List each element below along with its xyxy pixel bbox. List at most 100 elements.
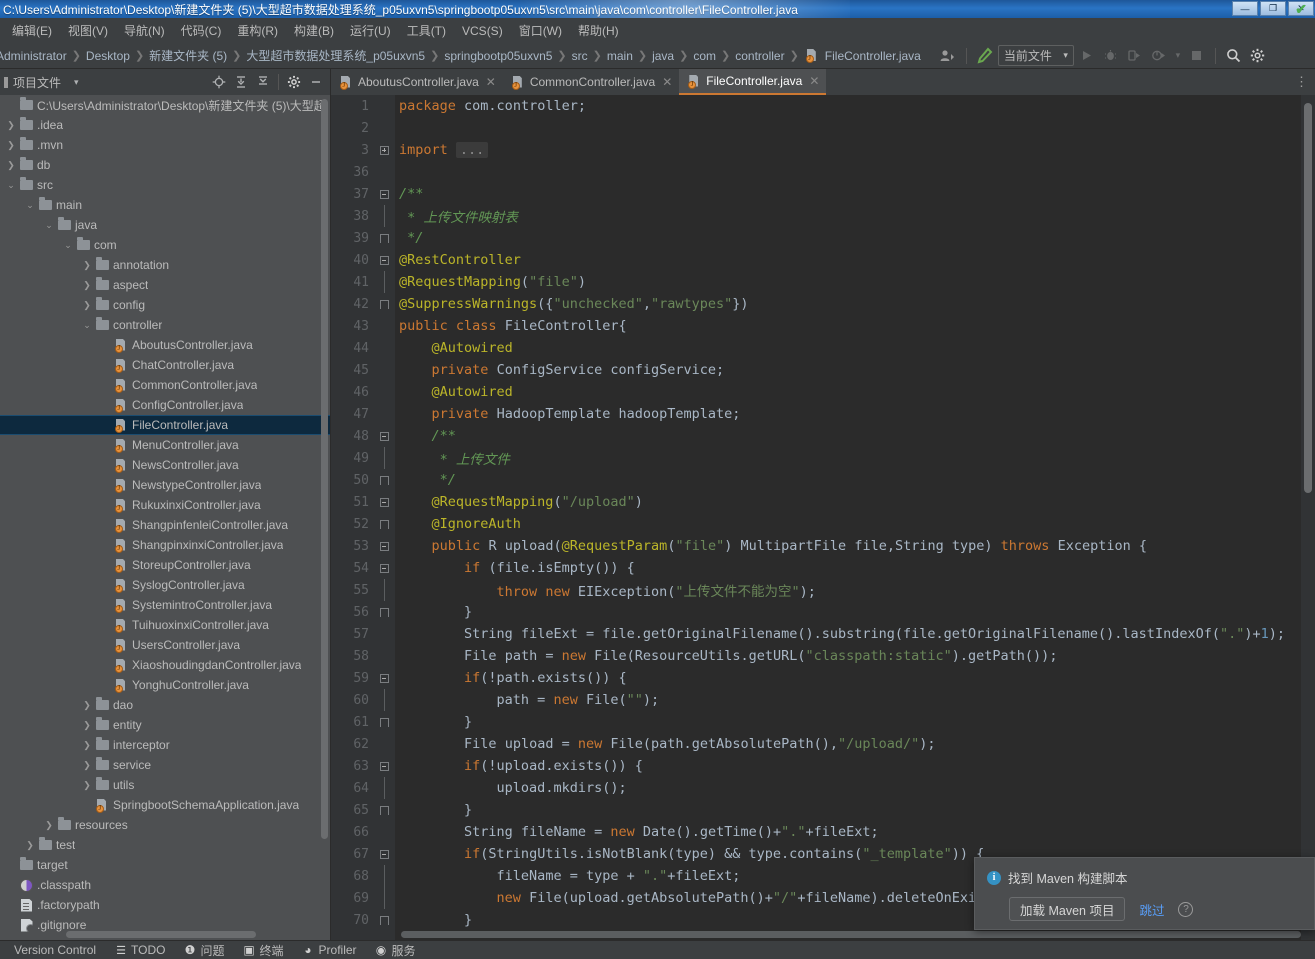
tree-row[interactable]: ❯ service [0, 755, 330, 775]
status-bar-item-0[interactable]: Version Control [5, 943, 105, 957]
code-editor[interactable]: 1 package com.controller; 2 3 import ... 36 37… [331, 95, 1315, 940]
skip-link[interactable]: 跳过 [1139, 900, 1164, 919]
maximize-button[interactable]: ❐ [1260, 1, 1286, 16]
code-line[interactable]: 46 @Autowired [331, 381, 1315, 403]
chevron-right-icon[interactable]: ❯ [80, 260, 94, 271]
chevron-down-icon[interactable]: ▾ [1172, 45, 1184, 67]
menu-item-7[interactable]: 工具(T) [399, 19, 454, 42]
tree-row[interactable]: .classpath [0, 875, 330, 895]
tree-row[interactable]: ⌄ controller [0, 315, 330, 335]
breadcrumb-item-9[interactable]: controller [733, 49, 786, 63]
tree-row[interactable]: YonghuController.java [0, 675, 330, 695]
status-bar-item-3[interactable]: ▣ 终端 [234, 942, 293, 959]
fold-collapse-icon[interactable] [375, 535, 393, 557]
fold-collapse-icon[interactable] [375, 183, 393, 205]
tree-row[interactable]: ❯ test [0, 835, 330, 855]
code-line[interactable]: 50 */ [331, 469, 1315, 491]
tree-row[interactable]: ❯ interceptor [0, 735, 330, 755]
tree-row[interactable]: NewsController.java [0, 455, 330, 475]
code-line[interactable]: 43 public class FileController{ [331, 315, 1315, 337]
chevron-right-icon[interactable]: ❯ [42, 820, 56, 831]
build-hammer-icon[interactable] [974, 45, 996, 67]
run-icon[interactable] [1076, 45, 1098, 67]
status-bar-item-5[interactable]: ◉ 服务 [366, 942, 425, 959]
code-line[interactable]: 45 private ConfigService configService; [331, 359, 1315, 381]
tree-row[interactable]: ❯ .idea [0, 115, 330, 135]
code-line[interactable]: 63 if(!upload.exists()) { [331, 755, 1315, 777]
breadcrumb-item-5[interactable]: src [570, 49, 590, 63]
code-line[interactable]: 61 } [331, 711, 1315, 733]
menu-item-9[interactable]: 窗口(W) [511, 19, 570, 42]
project-tree[interactable]: C:\Users\Administrator\Desktop\新建文件夹 (5)… [0, 95, 330, 940]
fold-collapse-icon[interactable] [375, 249, 393, 271]
tree-row[interactable]: ❯ resources [0, 815, 330, 835]
breadcrumb-item-7[interactable]: java [650, 49, 676, 63]
chevron-right-icon[interactable]: ❯ [80, 740, 94, 751]
code-line[interactable]: 60 path = new File(""); [331, 689, 1315, 711]
tree-row[interactable]: SpringbootSchemaApplication.java [0, 795, 330, 815]
maven-notification-popup[interactable]: i 找到 Maven 构建脚本 加载 Maven 项目 跳过 ? [974, 857, 1315, 930]
fold-collapse-icon[interactable] [375, 667, 393, 689]
tree-row[interactable]: XiaoshoudingdanController.java [0, 655, 330, 675]
code-line[interactable]: 49 * 上传文件 [331, 447, 1315, 469]
collapse-all-icon[interactable] [253, 72, 273, 92]
tree-row[interactable]: C:\Users\Administrator\Desktop\新建文件夹 (5)… [0, 95, 330, 115]
stop-icon[interactable] [1186, 45, 1208, 67]
menu-item-5[interactable]: 构建(B) [286, 19, 342, 42]
settings-gear-icon[interactable] [284, 72, 304, 92]
tree-row[interactable]: ❯ dao [0, 695, 330, 715]
code-content[interactable]: 1 package com.controller; 2 3 import ... 36 37… [331, 95, 1315, 940]
code-line[interactable]: 53 public R upload(@RequestParam("file")… [331, 535, 1315, 557]
editor-tabs-more-icon[interactable]: ⋮ [1291, 69, 1313, 95]
breadcrumb-item-0[interactable]: Administrator [0, 49, 69, 63]
chevron-right-icon[interactable]: ❯ [23, 840, 37, 851]
debug-icon[interactable] [1100, 45, 1122, 67]
locate-icon[interactable] [209, 72, 229, 92]
tree-row[interactable]: ❯ annotation [0, 255, 330, 275]
search-everywhere-icon[interactable] [1223, 45, 1245, 67]
minimize-button[interactable]: — [1232, 1, 1258, 16]
tree-row[interactable]: NewstypeController.java [0, 475, 330, 495]
editor-tab-active[interactable]: FileController.java ✕ [679, 69, 827, 95]
code-line[interactable]: 59 if(!path.exists()) { [331, 667, 1315, 689]
tree-row[interactable]: ❯ entity [0, 715, 330, 735]
close-icon[interactable]: ✕ [662, 75, 672, 89]
close-icon[interactable]: ✕ [486, 75, 496, 89]
tree-row[interactable]: ❯ db [0, 155, 330, 175]
editor-tab[interactable]: CommonController.java ✕ [503, 69, 679, 95]
editor-vertical-scrollbar[interactable] [1304, 103, 1312, 493]
profile-icon[interactable] [1148, 45, 1170, 67]
code-line[interactable]: 1 package com.controller; [331, 95, 1315, 117]
breadcrumb-item-1[interactable]: Desktop [84, 49, 132, 63]
code-line[interactable]: 36 [331, 161, 1315, 183]
fold-region-end-icon[interactable] [375, 601, 393, 623]
run-with-coverage-icon[interactable] [1124, 45, 1146, 67]
menu-item-4[interactable]: 重构(R) [229, 19, 286, 42]
chevron-down-icon[interactable]: ⌄ [61, 240, 75, 251]
tree-row[interactable]: ChatController.java [0, 355, 330, 375]
fold-region-end-icon[interactable] [375, 293, 393, 315]
expand-all-icon[interactable] [231, 72, 251, 92]
fold-collapse-icon[interactable] [375, 755, 393, 777]
project-panel-title-group[interactable]: 项目文件 ▾ [0, 74, 79, 91]
tree-row[interactable]: ❯ aspect [0, 275, 330, 295]
tree-row[interactable]: ShangpinfenleiController.java [0, 515, 330, 535]
fold-region-end-icon[interactable] [375, 469, 393, 491]
tree-row[interactable]: ShangpinxinxiController.java [0, 535, 330, 555]
breadcrumb-item-2[interactable]: 新建文件夹 (5) [147, 47, 229, 64]
chevron-right-icon[interactable]: ❯ [80, 300, 94, 311]
chevron-right-icon[interactable]: ❯ [4, 140, 18, 151]
code-line[interactable]: 54 if (file.isEmpty()) { [331, 557, 1315, 579]
chevron-right-icon[interactable]: ❯ [80, 760, 94, 771]
status-bar-item-2[interactable]: ❶ 问题 [175, 942, 234, 959]
chevron-down-icon[interactable]: ▾ [74, 77, 79, 88]
fold-collapse-icon[interactable] [375, 425, 393, 447]
fold-expand-icon[interactable] [375, 139, 393, 161]
tree-row[interactable]: AboutusController.java [0, 335, 330, 355]
menu-item-6[interactable]: 运行(U) [342, 19, 399, 42]
chevron-right-icon[interactable]: ❯ [80, 720, 94, 731]
fold-collapse-icon[interactable] [375, 557, 393, 579]
code-line[interactable]: 47 private HadoopTemplate hadoopTemplate… [331, 403, 1315, 425]
help-icon[interactable]: ? [1178, 901, 1194, 917]
code-line[interactable]: 40 @RestController [331, 249, 1315, 271]
